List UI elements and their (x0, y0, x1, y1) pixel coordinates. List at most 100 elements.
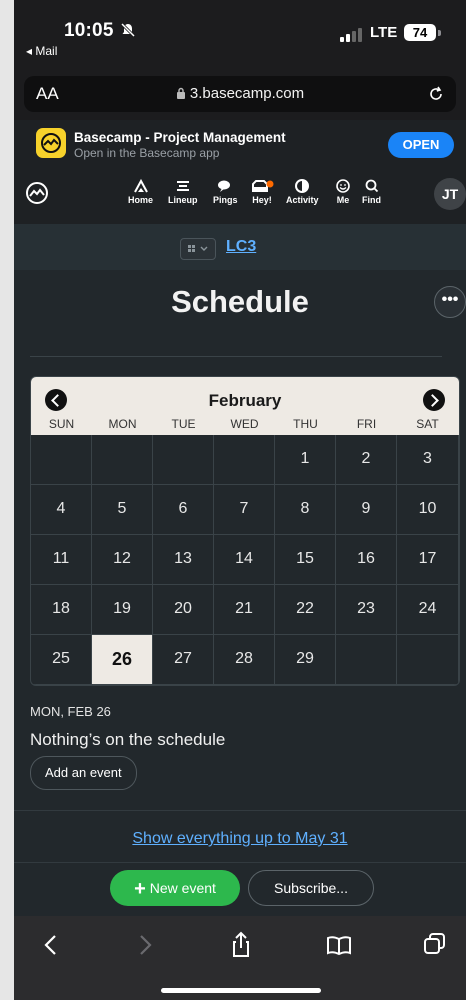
calendar-day[interactable]: 17 (397, 535, 459, 585)
calendar-day[interactable]: 9 (336, 485, 397, 535)
calendar-day[interactable]: 4 (31, 485, 92, 535)
basecamp-app-icon (36, 128, 66, 158)
calendar-day[interactable]: 18 (31, 585, 92, 635)
reload-icon[interactable] (426, 84, 446, 104)
status-bar: 10:05 ◂ Mail LTE 74 (14, 0, 466, 68)
basecamp-logo-icon[interactable] (22, 178, 52, 208)
calendar-day[interactable]: 25 (31, 635, 92, 685)
banner-title: Basecamp - Project Management (74, 130, 286, 145)
calendar-header: February SUN MON TUE WED THU FRI SAT (31, 377, 459, 435)
url-text: 3.basecamp.com (189, 85, 305, 102)
calendar-day[interactable]: 27 (153, 635, 214, 685)
month-calendar: February SUN MON TUE WED THU FRI SAT 123… (30, 376, 460, 686)
calendar-day[interactable]: 21 (214, 585, 275, 635)
calendar-day[interactable]: 3 (397, 435, 459, 485)
calendar-day[interactable]: 29 (275, 635, 336, 685)
calendar-day[interactable]: 12 (92, 535, 153, 585)
hey-icon (252, 180, 274, 192)
calendar-day[interactable]: 10 (397, 485, 459, 535)
show-everything-link[interactable]: Show everything up to May 31 (14, 830, 466, 848)
project-switcher-button[interactable] (180, 238, 216, 260)
weekday-label: SUN (48, 417, 75, 431)
calendar-empty-cell (92, 435, 153, 485)
me-icon (336, 179, 350, 193)
nav-me[interactable]: Me (334, 178, 352, 205)
calendar-day[interactable]: 22 (275, 585, 336, 635)
new-event-button[interactable]: + New event (110, 870, 240, 906)
calendar-day[interactable]: 20 (153, 585, 214, 635)
calendar-day[interactable]: 6 (153, 485, 214, 535)
nav-lineup[interactable]: Lineup (168, 178, 198, 205)
calendar-month: February (208, 391, 282, 410)
weekday-label: SAT (416, 417, 439, 431)
share-icon[interactable] (226, 930, 256, 960)
silent-bell-icon (120, 22, 136, 42)
nav-activity[interactable]: Activity (286, 178, 319, 205)
calendar-day[interactable]: 26 (92, 635, 153, 685)
calendar-day[interactable]: 13 (153, 535, 214, 585)
add-event-button[interactable]: Add an event (30, 756, 137, 790)
calendar-day[interactable]: 23 (336, 585, 397, 635)
lock-icon (176, 86, 186, 99)
tabs-icon[interactable] (420, 930, 450, 960)
nav-pings-label: Pings (213, 195, 238, 205)
avatar[interactable]: JT (434, 178, 466, 210)
more-options-button[interactable]: ••• (434, 286, 466, 318)
calendar-day[interactable]: 7 (214, 485, 275, 535)
schedule-card: Schedule ••• February SUN MON TUE WED TH… (14, 270, 466, 916)
next-month-icon[interactable] (423, 389, 445, 411)
home-indicator[interactable] (161, 988, 321, 993)
network-type: LTE (370, 24, 398, 41)
weekday-row: SUN MON TUE WED THU FRI SAT (31, 417, 459, 433)
plus-icon: + (134, 878, 146, 900)
nav-me-label: Me (336, 195, 350, 205)
calendar-day[interactable]: 11 (31, 535, 92, 585)
nav-lineup-label: Lineup (168, 195, 198, 205)
nav-pings[interactable]: Pings (213, 178, 238, 205)
selected-date-label: MON, FEB 26 (30, 704, 111, 719)
signal-icon (340, 28, 362, 42)
nav-home-label: Home (128, 195, 154, 205)
weekday-label: MON (108, 417, 137, 431)
calendar-grid: 1 2 3 4 5 6 7 8 9 10 11 12 13 14 15 16 17 18 19 20 21 22 23 24 2… (31, 435, 459, 685)
phone-screen: 10:05 ◂ Mail LTE 74 AA 3.basecamp.com Ba… (14, 0, 466, 1000)
battery-icon: 74 (404, 24, 436, 41)
calendar-day[interactable]: 1 (275, 435, 336, 485)
subscribe-button[interactable]: Subscribe... (248, 870, 374, 906)
pings-icon (218, 180, 231, 192)
weekday-label: FRI (356, 417, 377, 431)
address-bar[interactable]: AA 3.basecamp.com (24, 76, 456, 112)
weekday-label: TUE (171, 417, 196, 431)
find-icon (365, 179, 378, 193)
calendar-empty-cell (336, 635, 397, 685)
basecamp-nav: Home Lineup Pings Hey! Activity Me Find … (14, 168, 466, 224)
back-icon[interactable] (36, 930, 66, 960)
calendar-empty-cell (153, 435, 214, 485)
url-field[interactable]: 3.basecamp.com (24, 85, 456, 102)
bookmarks-icon[interactable] (324, 930, 354, 960)
calendar-day[interactable]: 15 (275, 535, 336, 585)
calendar-day[interactable]: 16 (336, 535, 397, 585)
weekday-label: THU (293, 417, 318, 431)
section-divider (14, 810, 466, 811)
back-to-mail[interactable]: ◂ Mail (26, 44, 57, 58)
calendar-day[interactable]: 19 (92, 585, 153, 635)
calendar-day[interactable]: 2 (336, 435, 397, 485)
new-event-label: New event (149, 880, 216, 896)
calendar-empty-cell (214, 435, 275, 485)
calendar-day[interactable]: 14 (214, 535, 275, 585)
project-link[interactable]: LC3 (226, 238, 256, 256)
nav-hey[interactable]: Hey! (250, 178, 274, 205)
project-bar: LC3 (14, 224, 466, 271)
calendar-day[interactable]: 24 (397, 585, 459, 635)
nav-home[interactable]: Home (128, 178, 153, 205)
calendar-day[interactable]: 8 (275, 485, 336, 535)
forward-icon[interactable] (130, 930, 160, 960)
nav-find[interactable]: Find (362, 178, 381, 205)
grid-chevron-icon (188, 245, 208, 252)
calendar-day[interactable]: 28 (214, 635, 275, 685)
status-time: 10:05 (64, 20, 114, 41)
open-app-button[interactable]: OPEN (388, 132, 454, 158)
empty-schedule-message: Nothing’s on the schedule (30, 730, 226, 749)
calendar-day[interactable]: 5 (92, 485, 153, 535)
